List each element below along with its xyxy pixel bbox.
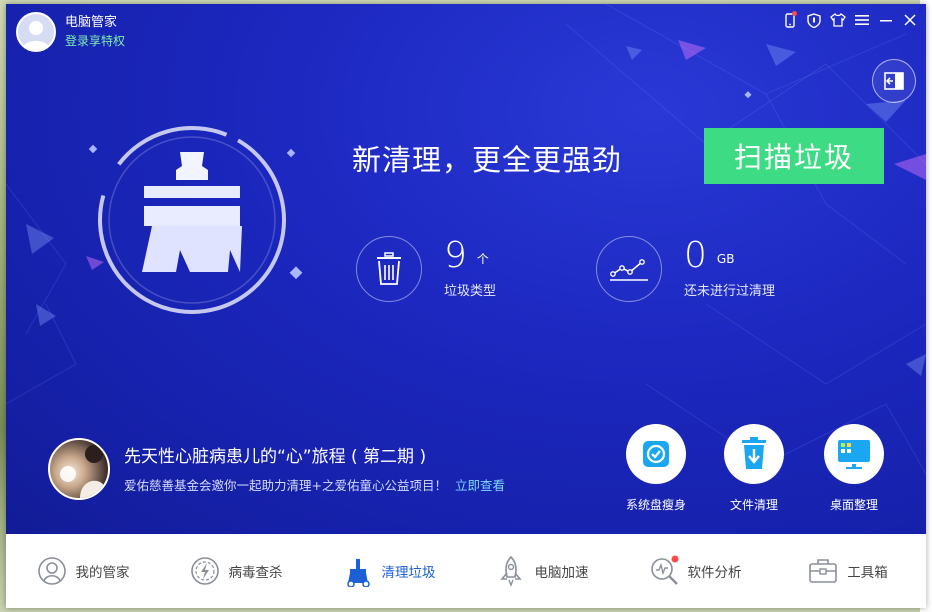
tool-disk-slim[interactable]: 系统盘瘦身 bbox=[616, 424, 696, 513]
nav-virus-scan[interactable]: 病毒查杀 bbox=[159, 534, 312, 608]
nav-toolbox[interactable]: 工具箱 bbox=[771, 534, 924, 608]
promo-description-text: 爱佑慈善基金会邀你一起助力清理+之爱佑童心公益项目！ bbox=[124, 477, 447, 493]
clean-broom-icon bbox=[98, 126, 286, 314]
tool-file-clean[interactable]: 文件清理 bbox=[714, 424, 794, 513]
nav-label: 病毒查杀 bbox=[228, 565, 283, 581]
promo-view-link[interactable]: 立即查看 bbox=[455, 478, 505, 493]
nav-label: 清理垃圾 bbox=[381, 565, 436, 581]
cleaned-size-unit: GB bbox=[716, 252, 735, 266]
junk-type-label: 垃圾类型 bbox=[444, 284, 497, 299]
junk-type-count: 9 bbox=[444, 235, 467, 276]
charity-promo: 先天性心脏病患儿的“心”旅程 ( 第二期 ) 爱佑慈善基金会邀你一起助力清理+之… bbox=[48, 438, 505, 500]
user-silhouette-icon bbox=[22, 21, 50, 50]
rocket-icon bbox=[495, 555, 527, 587]
tool-label: 桌面整理 bbox=[829, 498, 878, 512]
nav-label: 工具箱 bbox=[847, 565, 888, 581]
stat-text: 9个 垃圾类型 bbox=[444, 235, 497, 300]
shield-icon[interactable] bbox=[806, 12, 822, 28]
sidebar-toggle-button[interactable] bbox=[872, 59, 916, 103]
avatar[interactable] bbox=[16, 12, 56, 52]
notification-dot bbox=[792, 11, 797, 16]
minimize-icon[interactable] bbox=[878, 12, 894, 28]
tool-icon-circle bbox=[824, 424, 884, 484]
tool-icon-circle bbox=[626, 424, 686, 484]
user-header: 电脑管家 登录享特权 bbox=[16, 12, 125, 52]
trash-icon bbox=[377, 252, 401, 285]
butler-icon bbox=[36, 555, 68, 587]
disk-slim-icon bbox=[643, 441, 669, 467]
nav-label: 电脑加速 bbox=[534, 565, 589, 581]
close-icon[interactable] bbox=[902, 12, 918, 28]
toolbox-icon bbox=[807, 555, 839, 587]
promo-description: 爱佑慈善基金会邀你一起助力清理+之爱佑童心公益项目！ 立即查看 bbox=[124, 475, 505, 494]
stat-icon-circle bbox=[596, 236, 662, 302]
bottom-nav: 我的管家 病毒查杀 清理垃圾 电脑加速 软件分析 工具箱 bbox=[6, 534, 926, 608]
window-controls bbox=[782, 11, 918, 28]
tool-label: 系统盘瘦身 bbox=[625, 498, 686, 512]
stat-text: 0 GB 还未进行过清理 bbox=[684, 235, 776, 300]
promo-thumbnail[interactable] bbox=[48, 438, 110, 500]
user-text: 电脑管家 登录享特权 bbox=[65, 14, 125, 50]
mobile-icon[interactable] bbox=[782, 11, 798, 28]
desktop-organize-icon bbox=[838, 440, 870, 469]
junk-type-unit: 个 bbox=[476, 252, 489, 266]
clean-icon bbox=[342, 555, 374, 588]
tool-label: 文件清理 bbox=[729, 498, 778, 512]
skin-shirt-icon[interactable] bbox=[830, 12, 846, 28]
stat-icon-circle bbox=[356, 236, 422, 302]
promo-text: 先天性心脏病患儿的“心”旅程 ( 第二期 ) 爱佑慈善基金会邀你一起助力清理+之… bbox=[124, 445, 505, 494]
cleaned-size-label: 还未进行过清理 bbox=[684, 284, 776, 299]
software-analysis-icon bbox=[648, 555, 680, 587]
panel-collapse-icon bbox=[884, 72, 904, 90]
tool-desktop-organize[interactable]: 桌面整理 bbox=[814, 424, 894, 513]
junk-type-stat: 9个 垃圾类型 bbox=[356, 236, 496, 302]
child-photo-icon bbox=[60, 445, 108, 498]
cleaned-size-stat: 0 GB 还未进行过清理 bbox=[596, 236, 775, 302]
promo-title[interactable]: 先天性心脏病患儿的“心”旅程 ( 第二期 ) bbox=[124, 445, 505, 469]
virus-scan-icon bbox=[189, 555, 221, 587]
login-link[interactable]: 登录享特权 bbox=[65, 32, 125, 50]
hero-headline: 新清理，更全更强劲 bbox=[352, 143, 623, 177]
nav-pc-speedup[interactable]: 电脑加速 bbox=[465, 534, 618, 608]
tool-icon-circle bbox=[724, 424, 784, 484]
menu-icon[interactable] bbox=[854, 12, 870, 28]
cleaned-size-value: 0 bbox=[684, 235, 707, 276]
nav-clean-junk[interactable]: 清理垃圾 bbox=[312, 534, 465, 608]
nav-label: 我的管家 bbox=[75, 565, 130, 581]
app-window: 电脑管家 登录享特权 新清理，更全更强劲 扫描垃圾 9 个 垃圾类型 0 GB … bbox=[6, 4, 926, 608]
nav-my-butler[interactable]: 我的管家 bbox=[6, 534, 159, 608]
main-panel: 电脑管家 登录享特权 新清理，更全更强劲 扫描垃圾 9 个 垃圾类型 0 GB … bbox=[6, 4, 926, 534]
nav-software-analysis[interactable]: 软件分析 bbox=[618, 534, 771, 608]
file-clean-icon bbox=[742, 437, 766, 469]
nav-label: 软件分析 bbox=[687, 565, 742, 581]
app-name: 电脑管家 bbox=[65, 15, 118, 30]
scan-junk-button[interactable]: 扫描垃圾 bbox=[704, 128, 884, 184]
trend-chart-icon bbox=[610, 259, 648, 281]
